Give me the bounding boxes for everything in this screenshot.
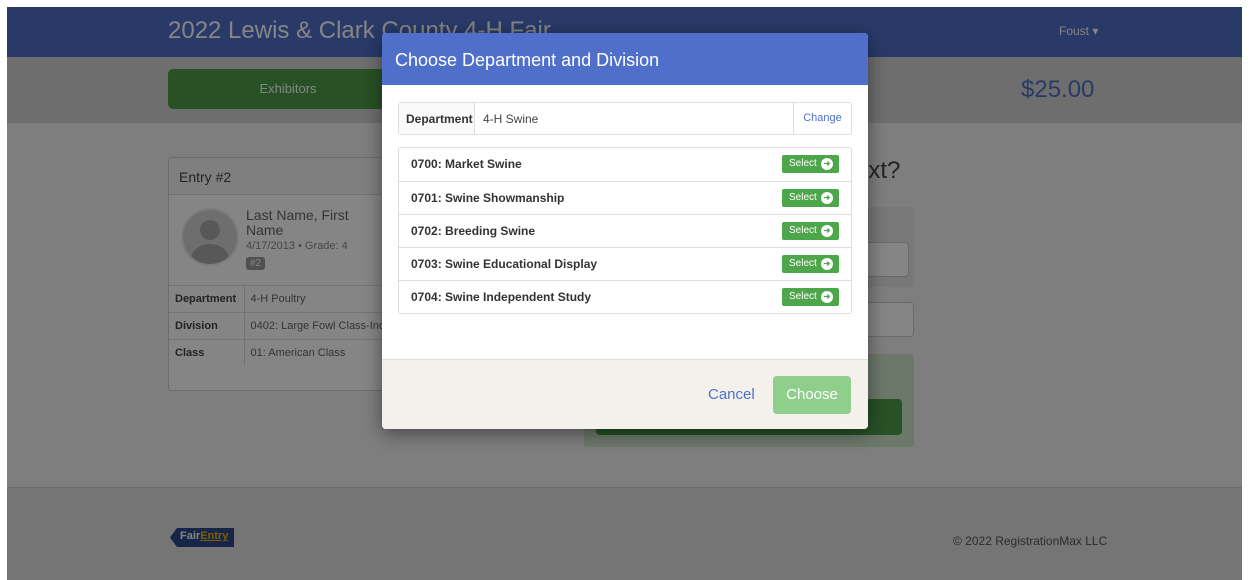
circle-arrow-right-icon: ➜: [821, 258, 833, 270]
division-name: 0700: Market Swine: [411, 157, 522, 171]
select-label: Select: [789, 158, 817, 169]
change-department-link[interactable]: Change: [793, 103, 851, 134]
select-button[interactable]: Select ➜: [782, 255, 839, 273]
modal-title: Choose Department and Division: [382, 33, 868, 85]
list-item: 0702: Breeding Swine Select ➜: [399, 214, 851, 247]
department-value: 4-H Swine: [483, 112, 539, 126]
division-name: 0703: Swine Educational Display: [411, 257, 598, 271]
circle-arrow-right-icon: ➜: [821, 158, 833, 170]
select-button[interactable]: Select ➜: [782, 222, 839, 240]
cancel-button[interactable]: Cancel: [708, 386, 755, 403]
department-row: Department 4-H Swine Change: [398, 102, 852, 135]
circle-arrow-right-icon: ➜: [821, 291, 833, 303]
select-button[interactable]: Select ➜: [782, 155, 839, 173]
select-label: Select: [789, 225, 817, 236]
division-name: 0701: Swine Showmanship: [411, 191, 565, 205]
list-item: 0701: Swine Showmanship Select ➜: [399, 181, 851, 214]
select-label: Select: [789, 192, 817, 203]
list-item: 0703: Swine Educational Display Select ➜: [399, 247, 851, 280]
choose-button[interactable]: Choose: [773, 376, 851, 414]
select-button[interactable]: Select ➜: [782, 288, 839, 306]
list-item: 0704: Swine Independent Study Select ➜: [399, 280, 851, 313]
department-label: Department: [399, 103, 475, 134]
circle-arrow-right-icon: ➜: [821, 225, 833, 237]
select-button[interactable]: Select ➜: [782, 189, 839, 207]
division-list: 0700: Market Swine Select ➜ 0701: Swine S…: [398, 147, 852, 314]
select-label: Select: [789, 291, 817, 302]
choose-department-modal: Choose Department and Division Departmen…: [382, 33, 868, 429]
circle-arrow-right-icon: ➜: [821, 192, 833, 204]
division-name: 0704: Swine Independent Study: [411, 290, 592, 304]
list-item: 0700: Market Swine Select ➜: [399, 148, 851, 181]
select-label: Select: [789, 258, 817, 269]
page: 2022 Lewis & Clark County 4-H Fair Foust…: [7, 7, 1242, 580]
division-name: 0702: Breeding Swine: [411, 224, 536, 238]
modal-footer: Cancel Choose: [382, 359, 868, 429]
